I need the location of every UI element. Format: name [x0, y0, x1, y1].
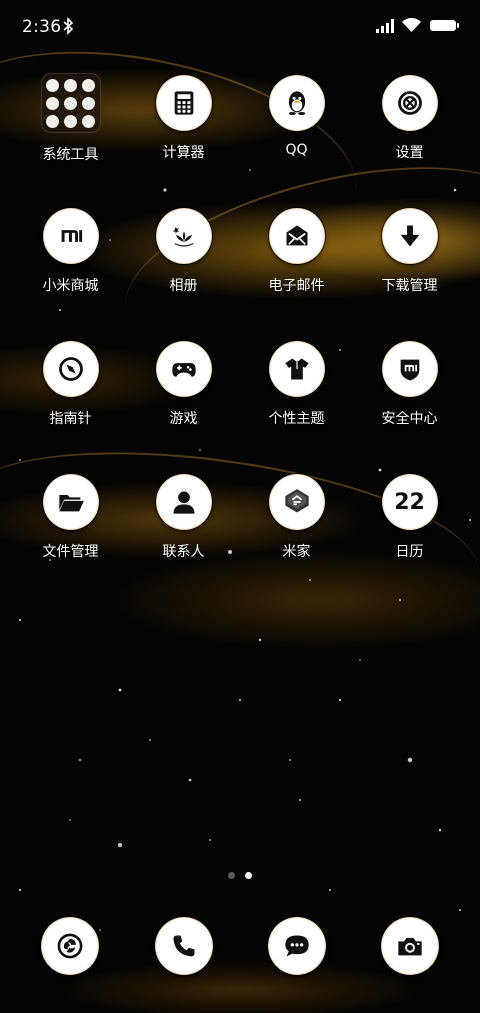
- app-label: 指南针: [49, 411, 92, 427]
- app-label: 日历: [395, 544, 424, 560]
- security-shield-icon: [381, 341, 438, 397]
- calendar-date-number: 22: [394, 489, 425, 515]
- calendar-date-icon: 22: [381, 474, 438, 530]
- app-contacts[interactable]: 联系人: [127, 474, 240, 561]
- dock-camera[interactable]: [353, 917, 466, 975]
- message-bubble-icon: [267, 917, 326, 975]
- app-gallery[interactable]: 相册: [127, 208, 240, 295]
- calculator-icon: [155, 75, 212, 131]
- envelope-icon: [268, 208, 325, 264]
- app-label: 安全中心: [381, 411, 438, 427]
- app-label: 米家: [282, 544, 311, 560]
- app-file-manager[interactable]: 文件管理: [14, 474, 127, 561]
- qq-penguin-icon: [268, 75, 325, 131]
- app-settings[interactable]: 设置: [353, 75, 466, 162]
- page-indicator: [228, 872, 258, 882]
- mi-logo-icon: [42, 208, 99, 264]
- gamepad-icon: [155, 341, 212, 397]
- app-games[interactable]: 游戏: [127, 341, 240, 428]
- page-dot-active[interactable]: [245, 872, 252, 879]
- folder-grid-icon: [40, 73, 101, 133]
- app-calendar[interactable]: 22 日历: [353, 474, 466, 561]
- app-system-tools-folder[interactable]: 系统工具: [14, 73, 127, 164]
- download-arrow-icon: [381, 208, 438, 264]
- app-compass[interactable]: 指南针: [14, 341, 127, 428]
- app-label: 计算器: [162, 145, 205, 161]
- app-downloads[interactable]: 下载管理: [353, 208, 466, 295]
- app-label: 系统工具: [42, 147, 99, 163]
- browser-swirl-icon: [40, 917, 99, 975]
- app-themes[interactable]: 个性主题: [240, 341, 353, 428]
- app-label: 电子邮件: [268, 278, 325, 294]
- app-label: QQ: [285, 142, 308, 158]
- app-label: 文件管理: [42, 544, 99, 560]
- page-dot[interactable]: [228, 872, 235, 879]
- folder-icon: [42, 474, 99, 530]
- gear-icon: [381, 75, 438, 131]
- app-label: 下载管理: [381, 278, 438, 294]
- app-label: 设置: [395, 145, 424, 161]
- status-bar: 2:36: [0, 0, 480, 52]
- battery-full-icon: [430, 20, 459, 31]
- phone-icon: [154, 917, 213, 975]
- camera-icon: [380, 917, 439, 975]
- status-time: 2:36: [22, 17, 62, 37]
- app-security-center[interactable]: 安全中心: [353, 341, 466, 428]
- app-calculator[interactable]: 计算器: [127, 75, 240, 162]
- bluetooth-icon: [63, 17, 74, 35]
- app-mi-store[interactable]: 小米商城: [14, 208, 127, 295]
- app-label: 小米商城: [42, 278, 99, 294]
- gallery-flower-icon: [155, 208, 212, 264]
- tshirt-icon: [268, 341, 325, 397]
- cellular-signal-icon: [376, 19, 394, 33]
- app-email[interactable]: 电子邮件: [240, 208, 353, 295]
- dock-browser[interactable]: [13, 917, 126, 975]
- compass-icon: [42, 341, 99, 397]
- wifi-icon: [402, 17, 421, 32]
- app-label: 联系人: [162, 544, 205, 560]
- dock-messages[interactable]: [240, 917, 353, 975]
- app-qq[interactable]: QQ: [240, 75, 353, 158]
- dock-phone[interactable]: [127, 917, 240, 975]
- person-icon: [155, 474, 212, 530]
- mijia-home-icon: [268, 474, 325, 530]
- app-label: 游戏: [169, 411, 198, 427]
- app-label: 个性主题: [268, 411, 325, 427]
- app-label: 相册: [169, 278, 198, 294]
- app-mijia[interactable]: 米家: [240, 474, 353, 561]
